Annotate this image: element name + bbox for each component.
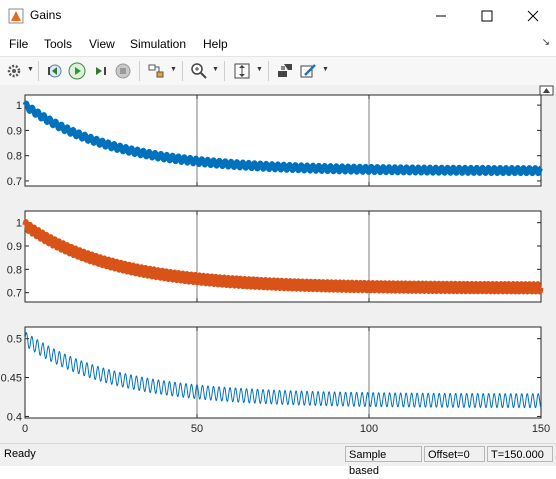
zoom-dropdown-icon[interactable]: ▼ [212,66,219,73]
x-tick-label: 0 [22,423,28,435]
y-tick-label: 0.7 [7,176,22,188]
autoscale-dropdown-icon[interactable]: ▼ [256,66,263,73]
x-tick-label: 100 [360,423,378,435]
stop-icon[interactable] [113,61,133,81]
signal-select-dropdown-icon[interactable]: ▼ [170,66,177,73]
menu-bar: File Tools View Simulation Help ↘ [0,34,556,54]
toolbar-separator [182,61,183,81]
menu-view[interactable]: View [89,37,115,51]
style-icon[interactable] [298,61,318,81]
step-back-icon[interactable] [44,61,64,81]
maximize-button[interactable] [464,0,510,32]
y-tick-label: 0.9 [7,125,22,137]
y-tick-label: 1 [16,100,22,112]
menu-collapse-arrow-icon[interactable]: ↘ [542,37,550,48]
status-bar: Ready Sample based Offset=0 T=150.000 [0,443,556,477]
y-tick-label: 0.9 [7,241,22,253]
highlight-block-icon[interactable] [275,61,295,81]
y-tick-label: 0.4 [7,411,22,423]
y-tick-label: 0.45 [1,373,22,385]
gear-dropdown-icon[interactable]: ▼ [27,66,34,73]
toolbar-separator [139,61,140,81]
window-title: Gains [30,8,62,22]
offset-status: Offset=0 [424,446,485,462]
time-status: T=150.000 [487,446,553,462]
menu-file[interactable]: File [9,37,28,51]
sample-mode-status: Sample based [345,446,422,477]
y-tick-label: 1 [16,218,22,230]
close-button[interactable] [510,0,556,32]
zoom-icon[interactable] [189,61,209,81]
y-tick-label: 0.8 [7,151,22,163]
toolbar-separator [224,61,225,81]
simulink-scope-icon [8,8,24,24]
run-icon[interactable] [67,61,87,81]
scope-plot-area: 0.7 0.8 0.9 1 0.7 0.8 0.9 1 0.4 0.45 0.5 0 50 100 150 [0,85,556,443]
gear-icon[interactable] [4,61,24,81]
y-tick-label: 0.5 [7,334,22,346]
toolbar: ▼ ▼ ▼ ▼ ▼ [0,56,556,86]
autoscale-icon[interactable] [232,61,252,81]
step-forward-icon[interactable] [90,61,110,81]
style-dropdown-icon[interactable]: ▼ [322,66,329,73]
signal-select-icon[interactable] [146,61,166,81]
toolbar-separator [38,61,39,81]
menu-tools[interactable]: Tools [44,37,72,51]
y-tick-label: 0.8 [7,264,22,276]
x-tick-label: 50 [191,423,203,435]
scope-plots: 0.7 0.8 0.9 1 0.7 0.8 0.9 1 0.4 0.45 0.5 0 50 100 150 [1,85,554,435]
status-ready-text: Ready [4,448,36,460]
y-tick-label: 0.7 [7,288,22,300]
minimize-button[interactable] [418,0,464,32]
menu-help[interactable]: Help [203,37,228,51]
title-bar: Gains [0,0,556,32]
toolbar-separator [268,61,269,81]
menu-simulation[interactable]: Simulation [130,37,186,51]
x-tick-label: 150 [532,423,550,435]
